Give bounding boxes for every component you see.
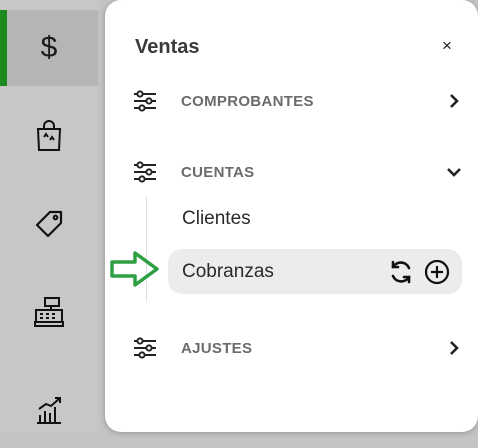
chevron-down-icon — [447, 168, 461, 177]
rail-item-compras[interactable] — [0, 98, 98, 174]
chevron-right-icon — [450, 94, 459, 108]
chevron-right-icon — [450, 341, 459, 355]
section-comprobantes[interactable]: COMPROBANTES — [133, 86, 463, 116]
refresh-icon[interactable] — [388, 259, 414, 285]
rail-item-ventas[interactable]: $ — [0, 10, 98, 86]
panel-title: Ventas — [135, 36, 200, 58]
close-icon[interactable]: × — [439, 36, 455, 55]
menu-item-label: Cobranzas — [182, 260, 274, 282]
chart-icon — [37, 397, 61, 424]
side-rail: $ — [0, 0, 98, 432]
tag-icon — [35, 210, 63, 238]
menu-item-label: Clientes — [182, 207, 251, 229]
shopping-bag-icon — [36, 120, 62, 151]
cash-register-icon — [34, 297, 64, 327]
rail-item-etiquetas[interactable] — [0, 186, 98, 262]
section-label: CUENTAS — [181, 163, 255, 181]
menu-item-actions — [388, 259, 450, 285]
section-ajustes[interactable]: AJUSTES — [133, 333, 463, 363]
menu-item-clientes[interactable]: Clientes — [168, 196, 462, 241]
section-cuentas[interactable]: CUENTAS — [133, 157, 463, 187]
section-label: AJUSTES — [181, 339, 253, 357]
rail-item-reportes[interactable] — [0, 372, 98, 448]
arrow-right-icon — [110, 251, 159, 287]
menu-item-cobranzas[interactable]: Cobranzas — [168, 249, 462, 294]
section-label: COMPROBANTES — [181, 92, 314, 110]
rail-item-caja[interactable] — [0, 274, 98, 350]
sliders-icon — [133, 89, 159, 113]
sliders-icon — [133, 336, 159, 360]
add-circle-icon[interactable] — [424, 259, 450, 285]
sliders-icon — [133, 160, 159, 184]
dollar-icon: $ — [40, 31, 58, 64]
